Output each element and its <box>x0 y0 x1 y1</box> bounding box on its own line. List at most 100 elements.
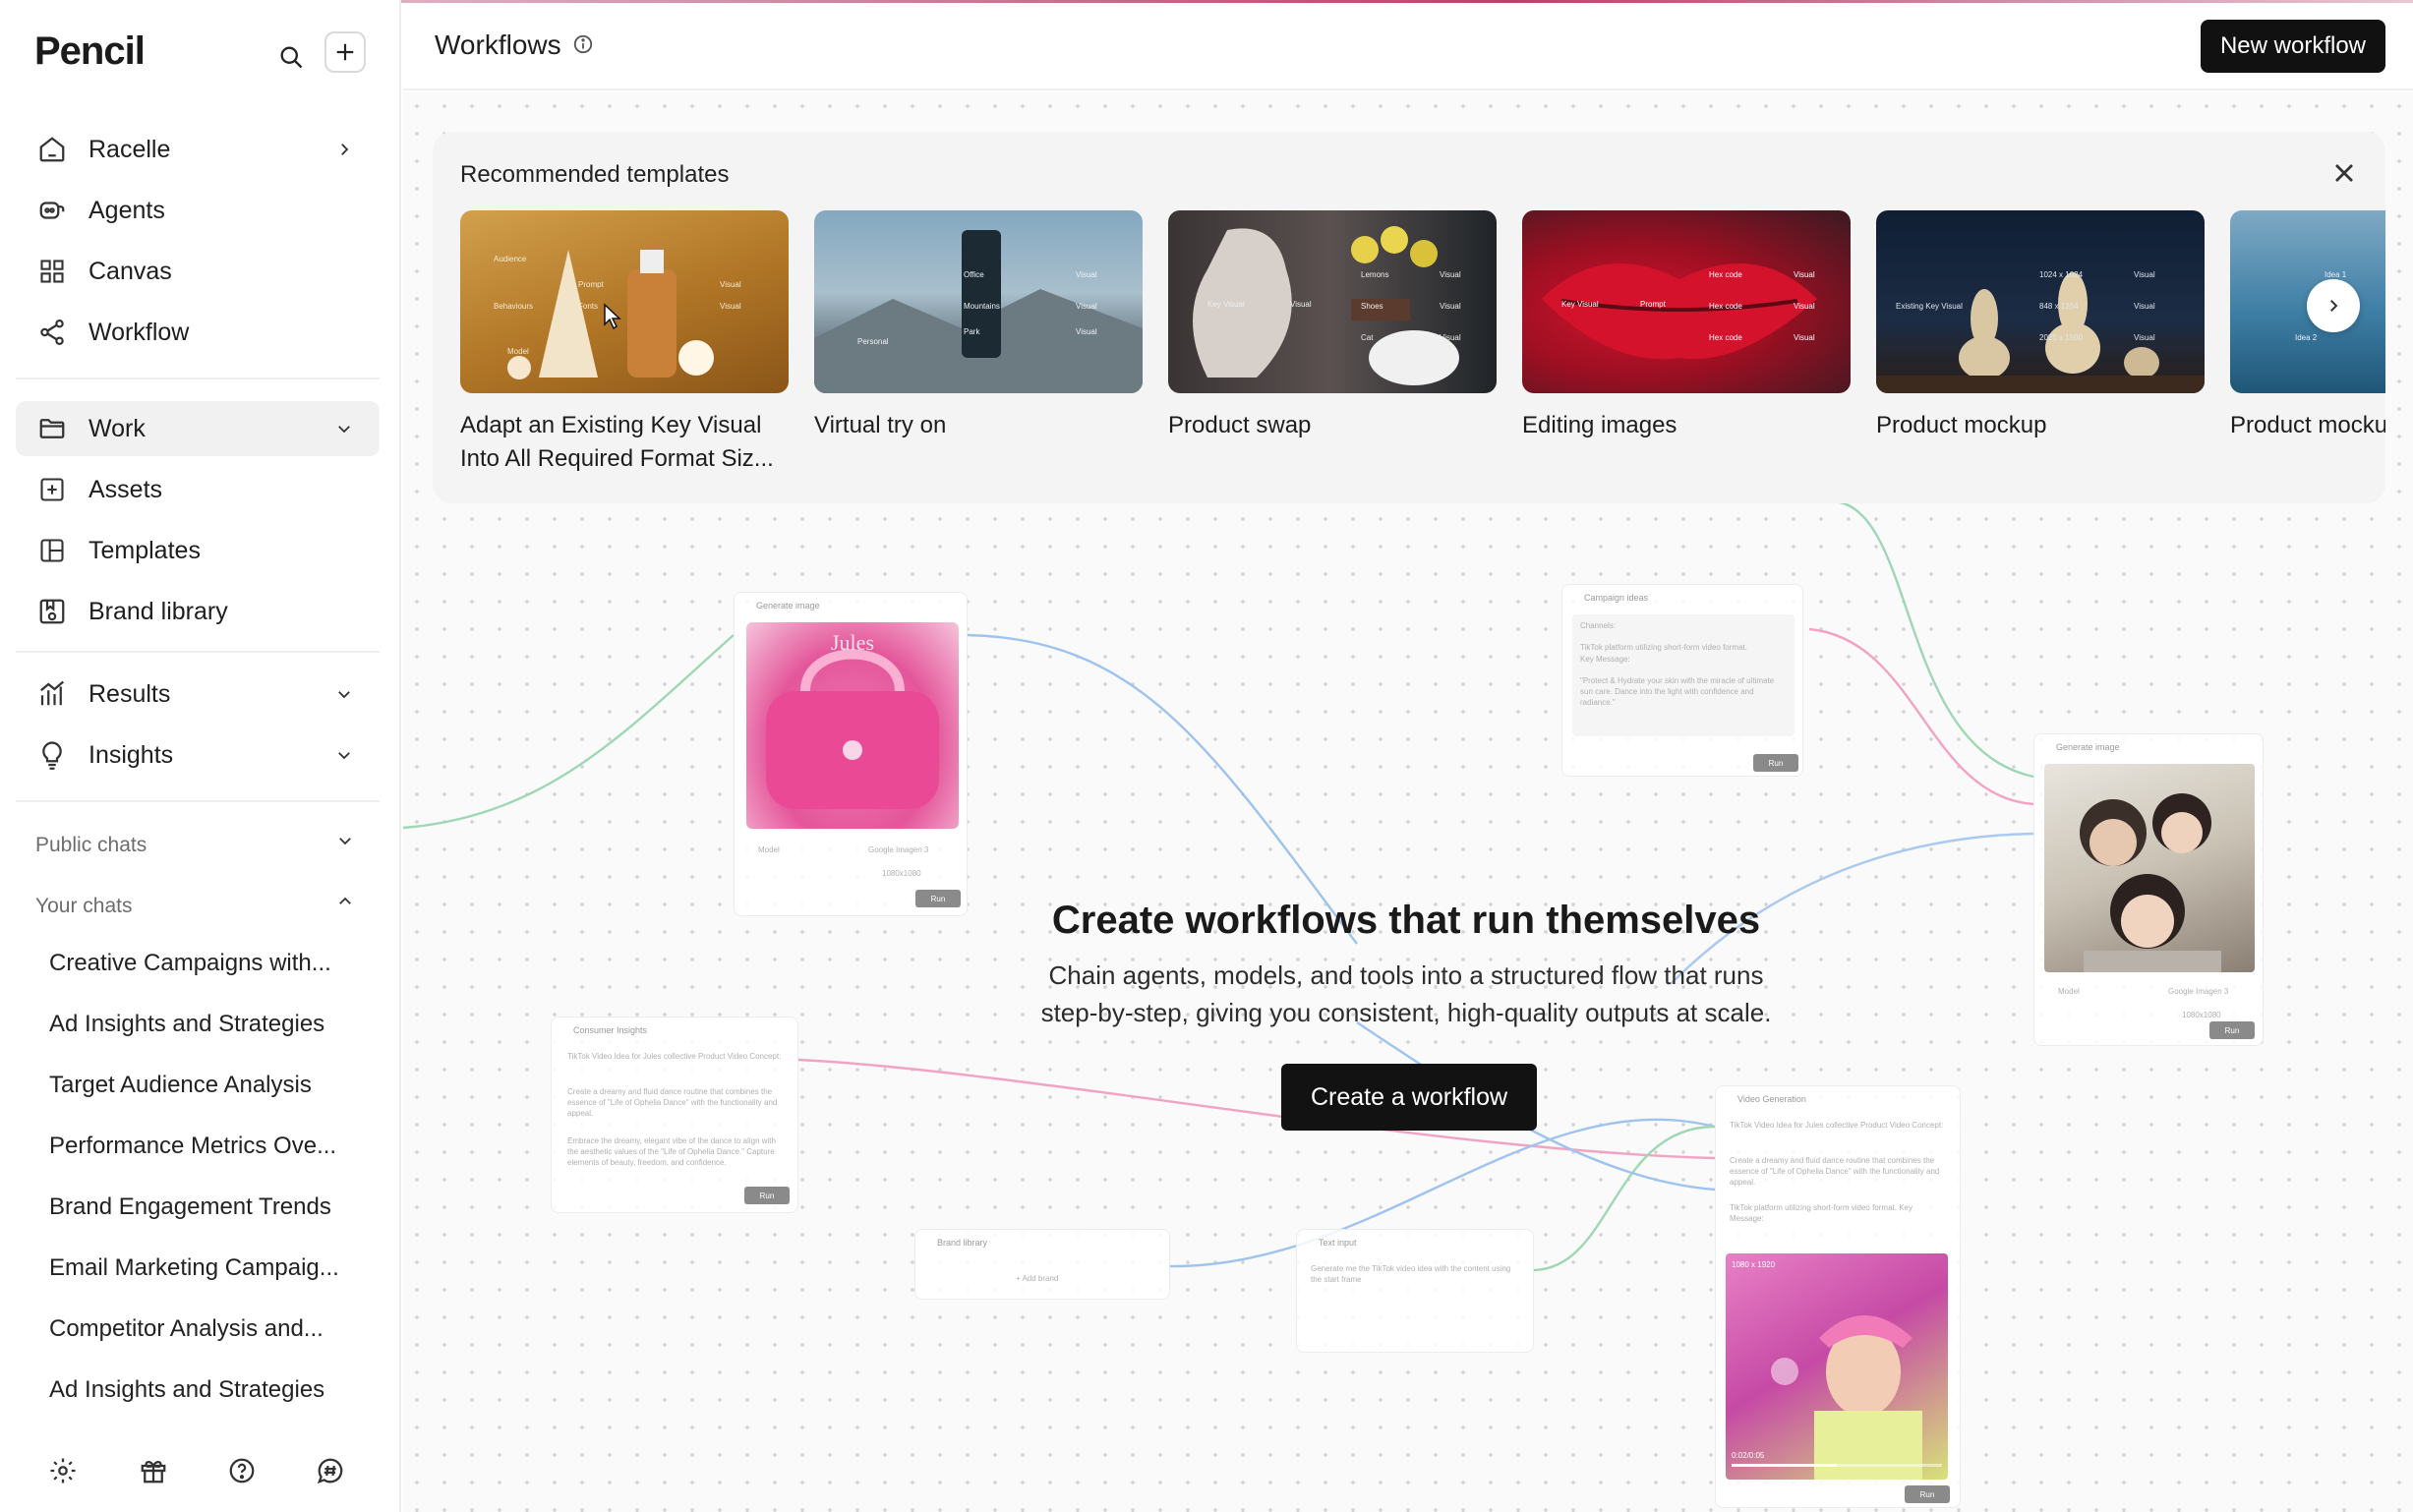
add-brand-link[interactable]: + Add brand <box>1016 1273 1058 1284</box>
node-run-button[interactable]: Run <box>1905 1485 1950 1503</box>
video-preview[interactable]: 1080 x 1920 0:02/0:05 <box>1726 1253 1948 1480</box>
node-title: Consumer Insights <box>573 1025 648 1035</box>
template-tag: Visual <box>2134 333 2155 342</box>
template-tag: Visual <box>1076 327 1097 336</box>
template-label: Product mockup <box>1876 412 2047 438</box>
portrait-image <box>2044 764 2255 972</box>
empty-state-title: Create workflows that run themselves <box>1051 899 1761 942</box>
portrait-illustration <box>2080 793 2221 972</box>
template-tag: Visual <box>2134 302 2155 311</box>
video-progress-track[interactable] <box>1732 1464 1942 1467</box>
video-illustration <box>1771 1315 1922 1480</box>
template-tag: 1024 x 1024 <box>2039 270 2084 279</box>
template-tag: Visual <box>1794 333 1815 342</box>
template-label: Product mocku <box>2230 412 2385 438</box>
template-card[interactable]: Key Visual Prompt Hex code Hex code Hex … <box>1522 210 1851 442</box>
template-tag: Prompt <box>1640 300 1666 309</box>
node-text: TikTok Video Idea for Jules collective P… <box>567 1052 782 1061</box>
node-title: Campaign ideas <box>1584 593 1649 603</box>
template-tag: Hex code <box>1709 270 1742 279</box>
template-label: Virtual try on <box>814 412 947 438</box>
templates-next-button[interactable] <box>2307 279 2360 332</box>
template-tag: Park <box>964 327 980 336</box>
template-tag: Cat <box>1361 333 1374 342</box>
video-timecode: 0:02/0:05 <box>1732 1451 1765 1460</box>
template-label: Product swap <box>1168 412 1312 438</box>
edge <box>967 633 1358 945</box>
node-model-label: Model <box>758 845 780 854</box>
template-tag: Visual <box>1440 302 1461 311</box>
template-tag: Personal <box>857 337 889 346</box>
node-generate-image-1[interactable]: Generate image Jules Model Google Imagen… <box>734 592 968 916</box>
node-model-value: Google Imagen 3 <box>2168 987 2229 996</box>
node-video-generation[interactable]: Video Generation TikTok Video Idea for J… <box>1715 1085 1961 1508</box>
template-card[interactable]: Audience Behaviours Prompt Fonts Visual … <box>460 210 789 476</box>
handbag-image: Jules <box>746 622 959 829</box>
node-model-value: Google Imagen 3 <box>868 845 929 854</box>
template-tag: Fonts <box>578 302 599 311</box>
node-model-label: Model <box>2058 987 2080 996</box>
template-card[interactable]: Idea 1 Idea 2 Product mocku <box>2230 210 2385 442</box>
node-text: Key Message: <box>1580 655 1630 664</box>
template-tag: Visual <box>1440 333 1461 342</box>
template-tag: Visual <box>1076 302 1097 311</box>
node-text: Embrace the dreamy, elegant vibe of the … <box>567 1136 776 1167</box>
node-generate-image-2[interactable]: Generate image Model Google Imagen 3 108… <box>2033 733 2264 1046</box>
template-label: Adapt an Existing Key Visual Into All Re… <box>460 412 774 472</box>
node-campaign-ideas[interactable]: Campaign ideas Channels: TikTok platform… <box>1561 584 1803 777</box>
template-tag: Visual <box>720 280 741 289</box>
template-tag: Prompt <box>578 280 604 289</box>
template-tag: Key Visual <box>1561 300 1599 309</box>
template-card[interactable]: Existing Key Visual 1024 x 1024 848 x 12… <box>1876 210 2205 442</box>
template-tag: Visual <box>1076 270 1097 279</box>
template-tag: Key Visual <box>1207 300 1245 309</box>
template-card[interactable]: Personal Office Mountains Park Visual Vi… <box>814 210 1143 442</box>
node-title: Generate image <box>2056 742 2120 752</box>
template-tag: Visual <box>1290 300 1312 309</box>
template-thumbnail: Key Visual Prompt Hex code Hex code Hex … <box>1522 210 1851 393</box>
empty-state: Create workflows that run themselves Cha… <box>944 899 1868 1031</box>
node-title: Generate image <box>756 601 820 611</box>
template-tag: Visual <box>1794 270 1815 279</box>
template-tag: 2025 x 1500 <box>2039 333 2084 342</box>
template-thumbnail: Personal Office Mountains Park Visual Vi… <box>814 210 1143 393</box>
template-tag: Lemons <box>1361 270 1389 279</box>
node-text: Create a dreamy and fluid dance routine … <box>567 1087 778 1118</box>
template-thumbnail: Existing Key Visual 1024 x 1024 848 x 12… <box>1876 210 2205 393</box>
chevron-right-icon <box>2330 300 2338 312</box>
empty-state-subtitle-line: step-by-step, giving you consistent, hig… <box>1040 998 1772 1027</box>
create-workflow-button[interactable]: Create a workflow <box>1281 1064 1537 1131</box>
template-tag: Hex code <box>1709 302 1742 311</box>
node-text: TikTok platform utilizing short-form vid… <box>1580 643 1747 652</box>
template-tag: Visual <box>1794 302 1815 311</box>
template-tag: Visual <box>1440 270 1461 279</box>
template-label: Editing images <box>1522 412 1677 438</box>
node-brand-library[interactable]: Brand library + Add brand <box>914 1229 1170 1300</box>
node-run-button[interactable]: Run <box>744 1187 790 1204</box>
template-tag: 848 x 1264 <box>2039 302 2079 311</box>
node-consumer-insights[interactable]: Consumer Insights TikTok Video Idea for … <box>551 1017 798 1213</box>
node-text: Channels: <box>1580 621 1617 630</box>
template-tag: Office <box>964 270 984 279</box>
node-run-button[interactable]: Run <box>2209 1021 2255 1039</box>
template-tag: Existing Key Visual <box>1896 302 1963 311</box>
template-thumbnail: Audience Behaviours Prompt Fonts Visual … <box>460 210 789 393</box>
mouse-cursor-icon <box>602 303 623 335</box>
template-tag: Visual <box>720 302 741 311</box>
template-thumbnail: Key Visual Visual Lemons Shoes Cat Visua… <box>1168 210 1497 393</box>
node-text: Create a dreamy and fluid dance routine … <box>1730 1156 1940 1187</box>
template-tag: Shoes <box>1361 302 1383 311</box>
templates-title: Recommended templates <box>460 161 730 188</box>
template-tag: Visual <box>2134 270 2155 279</box>
node-title: Text input <box>1319 1238 1357 1248</box>
node-text-input[interactable]: Text input Generate me the TikTok video … <box>1296 1229 1534 1353</box>
image-brand-text: Jules <box>831 630 874 655</box>
node-run-button[interactable]: Run <box>1753 754 1798 772</box>
node-title: Video Generation <box>1737 1094 1806 1104</box>
template-tag: Behaviours <box>494 302 534 311</box>
edge <box>797 1058 1716 1160</box>
template-card[interactable]: Key Visual Visual Lemons Shoes Cat Visua… <box>1168 210 1497 442</box>
node-text: "Protect & Hydrate your skin with the mi… <box>1580 676 1775 707</box>
template-tag: Hex code <box>1709 333 1742 342</box>
close-icon[interactable] <box>2328 157 2360 189</box>
